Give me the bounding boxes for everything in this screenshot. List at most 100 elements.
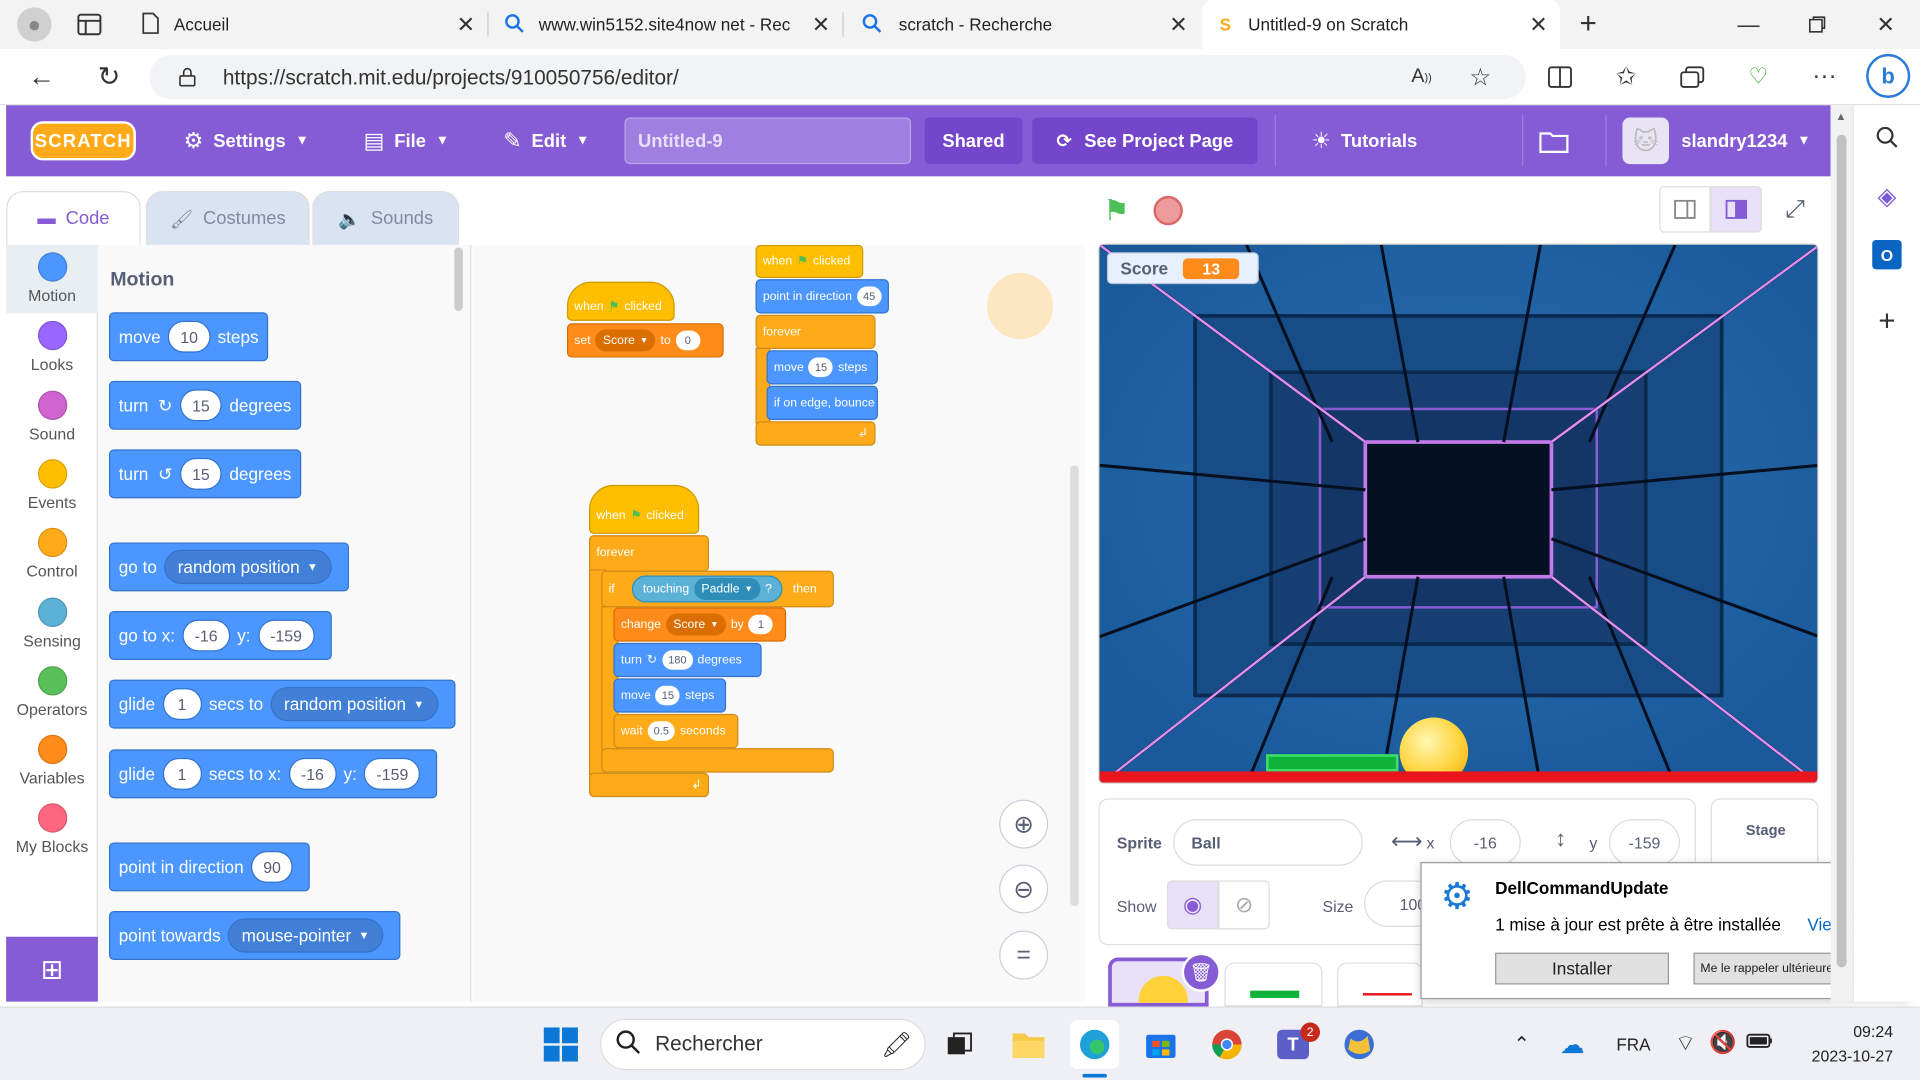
- move-steps-block[interactable]: move 10 steps: [108, 312, 269, 362]
- category-looks[interactable]: Looks: [6, 314, 98, 383]
- wait-block[interactable]: wait 0.5 seconds: [613, 713, 739, 749]
- category-sensing[interactable]: Sensing: [6, 590, 98, 659]
- project-title-input[interactable]: Untitled-9: [624, 117, 912, 165]
- point-direction-block[interactable]: point in direction 45: [755, 279, 889, 314]
- glide-xy-block[interactable]: glide 1 secs to x: -16 y: -159: [108, 749, 438, 799]
- point-direction-block[interactable]: point in direction 90: [108, 842, 311, 892]
- shared-button[interactable]: Shared: [924, 117, 1023, 165]
- volume-muted-icon[interactable]: 🔇: [1709, 1030, 1736, 1056]
- settings-menu[interactable]: ⚙ Settings ▼: [184, 105, 309, 176]
- browser-essentials-icon[interactable]: ♡: [1744, 61, 1773, 90]
- set-variable-block[interactable]: set Score ▼ to 0: [566, 323, 724, 358]
- zoom-in-button[interactable]: ⊕: [999, 799, 1049, 849]
- go-to-block[interactable]: go to random position ▼: [108, 542, 349, 592]
- small-stage-button[interactable]: [1659, 186, 1711, 233]
- green-flag-icon[interactable]: ⚑: [1103, 193, 1129, 229]
- close-icon[interactable]: ✕: [812, 12, 830, 38]
- stop-icon[interactable]: [1153, 195, 1183, 226]
- code-workspace[interactable]: when ⚑ clicked set Score ▼ to 0 when ⚑ clicked p…: [472, 244, 1085, 1002]
- bounce-block[interactable]: if on edge, bounce: [766, 385, 878, 421]
- workspace-scrollbar[interactable]: [1070, 465, 1079, 907]
- show-visible-button[interactable]: ◉: [1166, 880, 1219, 930]
- sprite-thumb-line[interactable]: [1337, 962, 1423, 1007]
- favorite-star-icon[interactable]: ☆: [1467, 64, 1494, 91]
- minimize-icon[interactable]: —: [1734, 10, 1763, 39]
- sprite-thumb-paddle[interactable]: [1224, 962, 1323, 1007]
- when-flag-clicked-block[interactable]: when ⚑ clicked: [755, 244, 864, 278]
- copilot-icon[interactable]: ◈: [1872, 181, 1901, 210]
- install-button[interactable]: Installer: [1495, 952, 1669, 985]
- score-monitor[interactable]: Score 13: [1106, 252, 1259, 285]
- wifi-icon[interactable]: ⌔: [1675, 1030, 1696, 1058]
- my-stuff-folder-icon[interactable]: [1539, 105, 1569, 176]
- split-screen-icon[interactable]: [1545, 64, 1574, 91]
- paddle-sprite[interactable]: [1266, 754, 1399, 772]
- tab-accueil[interactable]: Accueil ✕: [132, 0, 487, 49]
- category-variables[interactable]: Variables: [6, 727, 98, 796]
- store-icon[interactable]: [1136, 1020, 1185, 1069]
- if-then-block[interactable]: if touching Paddle ▼? then: [601, 570, 834, 608]
- page-scrollbar[interactable]: ▲: [1830, 105, 1853, 1002]
- zoom-out-button[interactable]: ⊖: [999, 864, 1049, 914]
- url-bar[interactable]: https://scratch.mit.edu/projects/9100507…: [149, 55, 1526, 100]
- forever-block[interactable]: forever: [755, 314, 876, 349]
- move-steps-block[interactable]: move 15 steps: [766, 350, 878, 385]
- add-extension-button[interactable]: ⊞: [6, 936, 98, 1002]
- turn-block[interactable]: turn ↻ 180 degrees: [613, 642, 762, 678]
- close-icon[interactable]: ✕: [1169, 12, 1187, 38]
- onedrive-icon[interactable]: ☁: [1560, 1030, 1584, 1061]
- large-stage-button[interactable]: [1710, 186, 1763, 233]
- battery-icon[interactable]: [1746, 1032, 1773, 1055]
- glide-block[interactable]: glide 1 secs to random position ▼: [108, 679, 455, 729]
- when-flag-clicked-block[interactable]: when ⚑ clicked: [566, 281, 675, 321]
- go-to-xy-block[interactable]: go to x: -16 y: -159: [108, 611, 332, 661]
- more-menu-icon[interactable]: ···: [1810, 61, 1839, 90]
- turn-right-block[interactable]: turn ↻ 15 degrees: [108, 380, 302, 430]
- collections-icon[interactable]: [1678, 64, 1707, 91]
- tab-sounds[interactable]: 🔈 Sounds: [312, 191, 460, 245]
- read-aloud-icon[interactable]: A)): [1408, 65, 1435, 89]
- stage-canvas[interactable]: Score 13: [1098, 243, 1819, 784]
- search-icon[interactable]: [1872, 122, 1901, 151]
- task-view-icon[interactable]: [936, 1020, 985, 1069]
- add-sidebar-icon[interactable]: +: [1872, 305, 1901, 338]
- close-icon[interactable]: ✕: [457, 12, 475, 38]
- sprite-name-input[interactable]: Ball: [1173, 819, 1363, 866]
- category-motion[interactable]: Motion: [6, 244, 98, 314]
- account-menu[interactable]: 🐱 slandry1234 ▼: [1622, 105, 1811, 176]
- window-close-icon[interactable]: ✕: [1871, 10, 1900, 39]
- touching-block[interactable]: touching Paddle ▼?: [631, 575, 784, 603]
- back-icon[interactable]: ←: [24, 61, 58, 93]
- restore-icon[interactable]: [1802, 10, 1831, 39]
- chrome-icon[interactable]: [1202, 1020, 1251, 1069]
- bing-copilot-icon[interactable]: b: [1866, 53, 1911, 98]
- file-menu[interactable]: ▤ File ▼: [364, 105, 449, 176]
- y-input[interactable]: -159: [1608, 819, 1681, 866]
- globe-app-icon[interactable]: [1335, 1020, 1384, 1069]
- tab-code[interactable]: ▬ Code: [6, 191, 141, 245]
- move-steps-block[interactable]: move 15 steps: [613, 678, 727, 713]
- x-input[interactable]: -16: [1449, 819, 1521, 866]
- file-explorer-icon[interactable]: [1004, 1020, 1053, 1069]
- when-flag-clicked-block[interactable]: when ⚑ clicked: [588, 484, 700, 534]
- clock-time[interactable]: 09:24: [1795, 1022, 1893, 1040]
- refresh-icon[interactable]: ↻: [93, 61, 125, 93]
- category-sound[interactable]: Sound: [6, 383, 98, 452]
- close-icon[interactable]: ✕: [1529, 12, 1547, 38]
- windows-start-icon[interactable]: [536, 1020, 585, 1069]
- profile-avatar-icon[interactable]: ●: [17, 7, 52, 42]
- clock-date[interactable]: 2023-10-27: [1776, 1047, 1893, 1065]
- category-my-blocks[interactable]: My Blocks: [6, 796, 98, 865]
- tab-win5152[interactable]: www.win5152.site4now net - Rec ✕: [490, 0, 843, 49]
- see-project-page-button[interactable]: ⟳ See Project Page: [1032, 117, 1258, 165]
- forever-block[interactable]: forever: [588, 535, 709, 572]
- fullscreen-button[interactable]: ⤢: [1772, 186, 1819, 233]
- new-tab-icon[interactable]: +: [1571, 7, 1605, 41]
- favorites-icon[interactable]: ✩: [1611, 61, 1640, 90]
- category-events[interactable]: Events: [6, 452, 98, 521]
- scratch-logo[interactable]: SCRATCH: [30, 121, 136, 161]
- zoom-reset-button[interactable]: =: [999, 930, 1049, 980]
- edge-taskbar-icon[interactable]: [1070, 1020, 1120, 1069]
- chevron-up-icon[interactable]: ⌃: [1513, 1032, 1529, 1056]
- language-indicator[interactable]: FRA: [1616, 1035, 1650, 1055]
